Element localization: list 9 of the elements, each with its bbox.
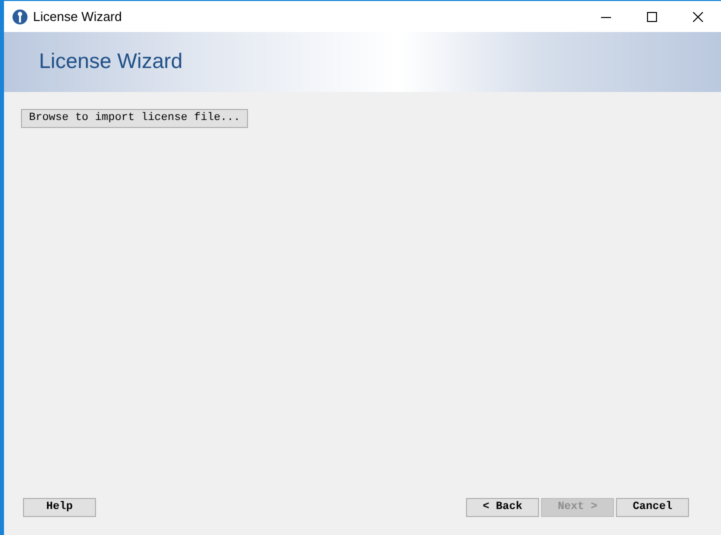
import-license-button[interactable]: Browse to import license file...: [21, 109, 248, 128]
wizard-button[interactable]: < Back: [466, 498, 539, 517]
app-icon: [12, 8, 28, 24]
maximize-icon: [647, 12, 657, 22]
wizard-button[interactable]: Cancel: [616, 498, 689, 517]
close-icon: [693, 12, 703, 22]
header-title: License Wizard: [39, 49, 183, 76]
window-title: License Wizard: [33, 8, 122, 26]
wizard-button[interactable]: Help: [23, 498, 96, 517]
